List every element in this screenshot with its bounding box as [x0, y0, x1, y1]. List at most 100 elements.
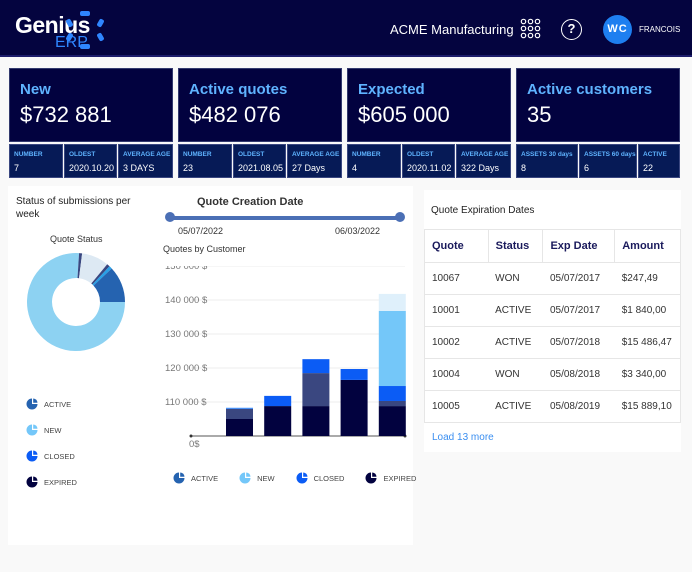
bar-segment[interactable]	[226, 408, 253, 419]
date-range-end-handle[interactable]	[395, 212, 405, 222]
bar-segment[interactable]	[302, 406, 330, 436]
date-range-end: 06/03/2022	[335, 226, 381, 236]
kpi-stat: ASSETS 60 days 6	[579, 144, 637, 178]
bar-segment[interactable]	[378, 293, 406, 311]
kpi-stat-label: ASSETS 30 days	[521, 151, 573, 158]
legend-item[interactable]: EXPIRED	[26, 469, 77, 495]
bar-segment[interactable]	[340, 369, 368, 380]
pie-legend-icon	[365, 472, 377, 484]
pie-legend-icon	[26, 398, 38, 410]
legend-label: CLOSED	[313, 473, 345, 483]
table-cell: $3 340,00	[614, 358, 681, 391]
kpi-stat-label: ASSETS 60 days	[584, 151, 636, 158]
table-row[interactable]: 10004 WON 05/08/2018 $3 340,00	[424, 358, 681, 391]
apps-grid-icon[interactable]	[520, 18, 541, 39]
kpi-stat-value: 2021.08.05	[238, 163, 284, 173]
legend-item[interactable]: CLOSED	[26, 443, 77, 469]
kpi-stat: NUMBER 7	[9, 144, 63, 178]
kpi-title: Active quotes	[189, 81, 288, 98]
legend-item[interactable]: ACTIVE	[173, 472, 218, 484]
expiration-title: Quote Expiration Dates	[431, 205, 535, 216]
pie-legend-icon	[296, 472, 308, 484]
legend-label: EXPIRED	[383, 473, 417, 483]
bar-segment[interactable]	[378, 406, 406, 436]
y-tick-label: 120 000 $	[165, 363, 208, 374]
pie-title: Quote Status	[50, 234, 103, 244]
table-row[interactable]: 10005 ACTIVE 05/08/2019 $15 889,10	[424, 390, 681, 423]
table-cell: 05/07/2017	[542, 262, 615, 295]
kpi-card[interactable]: New $732 881 NUMBER 7 OLDEST 2020.10.20 AVE…	[9, 68, 173, 178]
column-header[interactable]: Amount	[614, 229, 681, 263]
date-range-start: 05/07/2022	[178, 226, 224, 236]
date-range-slider-track[interactable]	[170, 216, 400, 220]
table-cell: 05/08/2019	[542, 390, 615, 423]
kpi-stat-value: 27 Days	[292, 163, 326, 173]
kpi-title: Expected	[358, 81, 425, 98]
kpi-stat-label: OLDEST	[238, 151, 265, 158]
bar-legend: ACTIVE NEW CLOSED EXPIRED	[173, 472, 437, 484]
date-range-start-handle[interactable]	[165, 212, 175, 222]
column-header[interactable]: Exp Date	[542, 229, 616, 263]
table-cell: 10004	[424, 358, 489, 391]
kpi-card-main: Active quotes $482 076	[178, 68, 342, 142]
quote-status-donut	[27, 253, 125, 351]
kpi-stat-label: NUMBER	[14, 151, 43, 158]
kpi-card-main: New $732 881	[9, 68, 173, 142]
table-row[interactable]: 10067 WON 05/07/2017 $247,49	[424, 262, 681, 295]
column-header[interactable]: Status	[487, 229, 544, 263]
y-tick-label: 130 000 $	[165, 329, 208, 340]
load-more-link[interactable]: Load 13 more	[432, 432, 494, 443]
legend-item[interactable]: ACTIVE	[26, 391, 77, 417]
kpi-stat-value: 3 DAYS	[123, 163, 155, 173]
column-header[interactable]: Quote	[424, 229, 489, 263]
bar-segment[interactable]	[340, 379, 368, 436]
kpi-value: $605 000	[358, 102, 450, 127]
kpi-card[interactable]: Active quotes $482 076 NUMBER 23 OLDEST 20…	[178, 68, 342, 178]
kpi-stat: NUMBER 4	[347, 144, 401, 178]
legend-item[interactable]: CLOSED	[296, 472, 345, 484]
avatar[interactable]: WC	[603, 15, 632, 44]
bar-segment[interactable]	[302, 373, 330, 407]
pie-legend-icon	[26, 424, 38, 436]
company-name[interactable]: ACME Manufacturing	[390, 22, 514, 37]
table-cell: $15 889,10	[614, 390, 681, 423]
username[interactable]: FRANCOIS	[639, 25, 680, 34]
kpi-stat-label: AVERAGE AGE	[123, 151, 171, 158]
table-cell: $1 840,00	[614, 294, 681, 327]
bar-segment[interactable]	[302, 359, 330, 374]
legend-item[interactable]: EXPIRED	[365, 472, 416, 484]
bar-segment[interactable]	[264, 395, 292, 407]
kpi-stat: ASSETS 30 days 8	[516, 144, 578, 178]
table-cell: 10005	[424, 390, 489, 423]
bar-segment[interactable]	[226, 419, 253, 436]
bar-segment[interactable]	[226, 407, 253, 409]
kpi-stat-label: OLDEST	[407, 151, 434, 158]
table-row[interactable]: 10001 ACTIVE 05/07/2017 $1 840,00	[424, 294, 681, 327]
help-icon[interactable]: ?	[561, 19, 582, 40]
kpi-stat-value: 2020.10.20	[69, 163, 115, 173]
table-cell: WON	[488, 358, 543, 391]
table-cell: ACTIVE	[488, 390, 543, 423]
bar-segment[interactable]	[378, 386, 406, 401]
kpi-card[interactable]: Active customers 35 ASSETS 30 days 8 ASSET…	[516, 68, 680, 178]
quotes-by-customer-chart: 0$ 110 000 $ 120 000 $ 130 000 $ 140 000 $ 15…	[165, 266, 407, 450]
legend-item[interactable]: NEW	[239, 472, 275, 484]
expiration-table: Quote Status Exp Date Amount 10067 WON 05/07/…	[424, 229, 681, 423]
kpi-title: New	[20, 81, 51, 98]
kpi-card-main: Active customers 35	[516, 68, 680, 142]
kpi-card[interactable]: Expected $605 000 NUMBER 4 OLDEST 2020.11.…	[347, 68, 511, 178]
legend-item[interactable]: NEW	[26, 417, 77, 443]
kpi-stat: AVERAGE AGE 27 Days	[287, 144, 342, 178]
kpi-stat-label: OLDEST	[69, 151, 96, 158]
status-title: Status of submissions per week	[16, 196, 131, 220]
bar-segment[interactable]	[378, 400, 406, 407]
bar-segment[interactable]	[264, 406, 292, 436]
kpi-stat-value: 322 Days	[461, 163, 500, 173]
kpi-stat-label: NUMBER	[352, 151, 381, 158]
table-row[interactable]: 10002 ACTIVE 05/07/2018 $15 486,47	[424, 326, 681, 359]
kpi-stat-value: 4	[352, 163, 358, 173]
bar-segment[interactable]	[378, 310, 406, 387]
table-cell: 10067	[424, 262, 489, 295]
pie-legend: ACTIVE NEW CLOSED EXPIRED	[26, 391, 77, 495]
kpi-stat-value: 2020.11.02	[407, 163, 452, 173]
